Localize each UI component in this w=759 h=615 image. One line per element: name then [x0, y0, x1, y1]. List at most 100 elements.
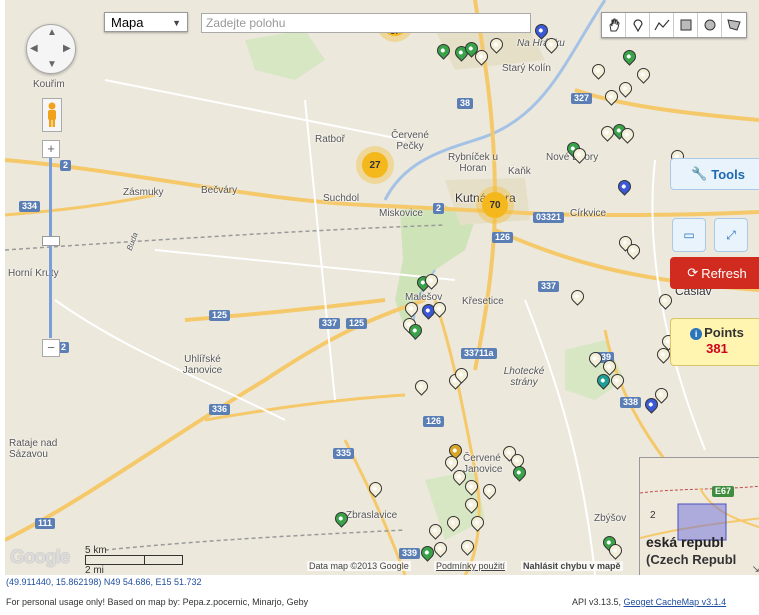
- zoom-in-button[interactable]: +: [42, 140, 60, 158]
- minor-road: [104, 79, 406, 141]
- expand-icon: ⤢: [726, 227, 736, 242]
- refresh-label: Refresh: [701, 265, 747, 281]
- points-count: 381: [706, 341, 728, 356]
- drawing-toolbar: [601, 12, 747, 38]
- road-shield: 38: [457, 98, 474, 109]
- road-shield: 111: [35, 518, 56, 529]
- zoom-control[interactable]: + −: [42, 140, 62, 357]
- hand-icon[interactable]: [602, 13, 626, 37]
- cursor-coordinates: (49.911440, 15.862198) N49 54.686, E15 5…: [6, 577, 202, 587]
- info-icon: i: [690, 328, 703, 340]
- road-shield: 126: [492, 232, 514, 243]
- zoom-track[interactable]: [49, 158, 52, 338]
- road-shield: 125: [346, 318, 368, 329]
- road-shield: 337: [319, 318, 341, 329]
- pan-right-icon[interactable]: ▶: [63, 43, 71, 54]
- overview-label: 2: [650, 510, 656, 521]
- pan-control[interactable]: ▲ ▼ ◀ ▶: [26, 24, 76, 74]
- marker-icon[interactable]: [626, 13, 650, 37]
- road-shield: 33711a: [461, 348, 497, 359]
- road-shield: 334: [19, 201, 41, 212]
- polyline-icon[interactable]: [650, 13, 674, 37]
- pan-up-icon[interactable]: ▲: [47, 27, 57, 38]
- road-shield: 338: [620, 397, 642, 408]
- place-label: Rybníček u Horan: [447, 152, 499, 174]
- google-logo[interactable]: Google: [10, 547, 70, 569]
- map-canvas[interactable]: Kouřim Ratboř Červené Pečky Rybníček u H…: [5, 0, 759, 575]
- points-counter: i Points 381: [670, 318, 759, 366]
- refresh-icon: ⟳: [687, 265, 699, 280]
- place-label: Křesetice: [462, 296, 504, 307]
- overview-collapse-icon[interactable]: ↘: [752, 564, 759, 575]
- place-label: Červené Pečky: [391, 130, 429, 152]
- place-label: Církvice: [570, 208, 607, 219]
- comment-button[interactable]: ▭: [672, 218, 706, 252]
- place-label: Ratboř: [315, 134, 346, 145]
- rectangle-icon[interactable]: [674, 13, 698, 37]
- cache-cluster[interactable]: 70: [482, 192, 508, 218]
- refresh-button[interactable]: ⟳ Refresh: [670, 257, 759, 289]
- pan-left-icon[interactable]: ◀: [30, 43, 38, 54]
- overview-map[interactable]: E67 2 eská republ (Czech Republ ↘: [639, 457, 759, 575]
- road-shield: 126: [423, 416, 445, 427]
- road-shield: 03321: [533, 212, 565, 223]
- place-label: Kaňk: [508, 166, 531, 177]
- terms-link[interactable]: Podmínky použití: [434, 561, 508, 571]
- tools-label: Tools: [711, 166, 745, 182]
- railway: [5, 224, 446, 251]
- road-shield: 2: [433, 203, 445, 214]
- road-327: [574, 88, 759, 122]
- place-label: Uhlířské Janovice: [182, 354, 223, 376]
- map-type-select[interactable]: Mapa ▼: [104, 12, 188, 32]
- place-label: Lhotecké strány: [503, 366, 545, 388]
- cache-cluster[interactable]: 27: [362, 152, 388, 178]
- place-label: Zásmuky: [123, 187, 164, 198]
- fullscreen-button[interactable]: ⤢: [714, 218, 748, 252]
- place-label: Rataje nad Sázavou: [9, 438, 58, 460]
- minor-road: [524, 299, 596, 575]
- road-shield: 339: [399, 548, 421, 559]
- points-label: Points: [704, 325, 744, 340]
- api-version: API v3.13.5,: [572, 597, 622, 607]
- place-label: Starý Kolín: [502, 63, 551, 74]
- road-shield: 327: [571, 93, 593, 104]
- circle-icon[interactable]: [698, 13, 722, 37]
- street-view-pegman[interactable]: [42, 98, 62, 132]
- location-search-input[interactable]: [201, 13, 531, 33]
- scale-mi: 2 mi: [85, 565, 104, 575]
- overview-country-label: eská republ: [646, 534, 724, 550]
- report-error-link[interactable]: Nahlásit chybu v mapě: [521, 561, 623, 571]
- map-data-attribution: Data map ©2013 Google: [307, 561, 411, 571]
- pan-down-icon[interactable]: ▼: [47, 59, 57, 70]
- tools-button[interactable]: 🔧 Tools: [670, 158, 759, 190]
- comment-icon: ▭: [683, 228, 695, 242]
- road-shield: 337: [538, 281, 560, 292]
- road-shield: 336: [209, 404, 231, 415]
- road-337-west: [5, 298, 426, 542]
- scale-bar[interactable]: 5 km 2 mi: [85, 545, 183, 575]
- wrench-icon: 🔧: [691, 166, 708, 181]
- place-label: Miskovice: [379, 208, 423, 219]
- overview-country-label-en: (Czech Republ: [646, 552, 737, 567]
- zoom-out-button[interactable]: −: [42, 339, 60, 357]
- footer-credits: For personal usage only! Based on map by…: [6, 597, 309, 607]
- road-shield: 335: [333, 448, 355, 459]
- zoom-slider-knob[interactable]: [42, 236, 60, 246]
- polygon-icon[interactable]: [722, 13, 746, 37]
- chevron-down-icon: ▼: [172, 18, 181, 28]
- place-label: Zbraslavice: [346, 510, 398, 521]
- place-label: Suchdol: [323, 193, 360, 204]
- road-335: [343, 439, 407, 575]
- geoget-cachemap-link[interactable]: Geoget CacheMap v3.1.4: [624, 597, 727, 607]
- map-type-label: Mapa: [111, 15, 144, 30]
- place-label: Kouřim: [33, 79, 65, 90]
- footer-version: API v3.13.5, Geoget CacheMap v3.1.4: [572, 597, 726, 607]
- forest-area: [245, 30, 325, 80]
- road-shield: 125: [209, 310, 231, 321]
- place-label: Bečváry: [201, 185, 238, 196]
- place-label: Zbýšov: [594, 513, 627, 524]
- minor-road: [304, 99, 336, 401]
- overview-road-shield: E67: [712, 486, 735, 497]
- pegman-icon: [48, 102, 56, 127]
- minor-road: [54, 299, 286, 421]
